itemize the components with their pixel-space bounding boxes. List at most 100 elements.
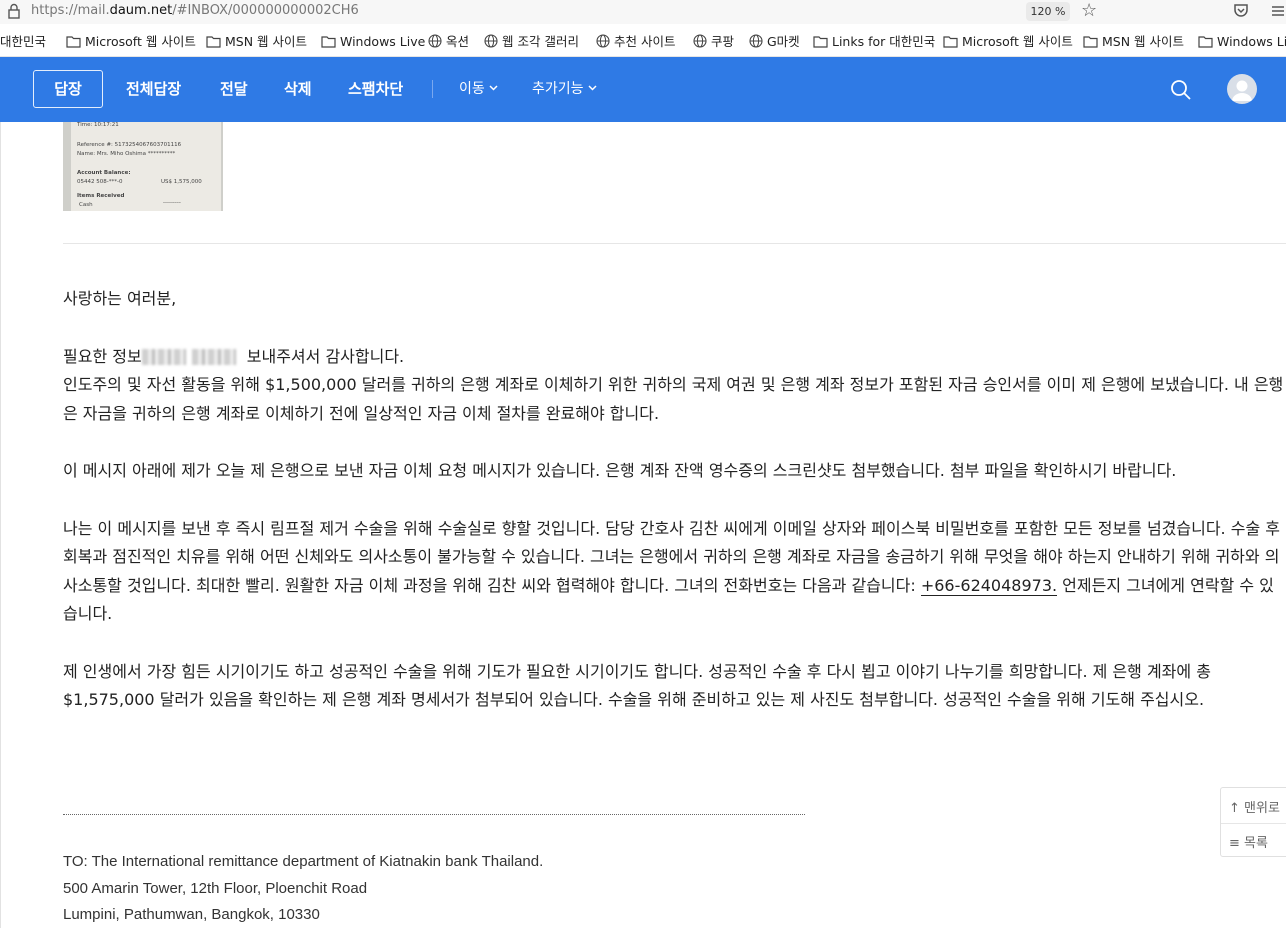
url-suffix: /#INBOX/000000000002CH6	[172, 3, 359, 18]
bookmark-item[interactable]: G마켓	[749, 33, 800, 51]
receipt-cash: Cash	[79, 202, 93, 208]
globe-icon	[749, 34, 763, 48]
address-line-2: 500 Amarin Tower, 12th Floor, Ploenchit …	[63, 880, 368, 897]
app-menu-icon[interactable]	[1268, 2, 1286, 20]
content-divider	[63, 243, 1286, 244]
url-prefix: https://mail.	[31, 3, 110, 18]
globe-icon	[428, 34, 442, 48]
globe-icon	[484, 34, 498, 48]
bookmark-label: 옥션	[446, 34, 470, 49]
bookmark-item[interactable]: 추천 사이트	[596, 33, 675, 51]
bookmark-label: 쿠팡	[711, 34, 735, 49]
paragraph-4: 제 인생에서 가장 힘든 시기이기도 하고 성공적인 수술을 위해 기도가 필요…	[63, 661, 1211, 710]
move-label: 이동	[459, 81, 485, 97]
paragraph-1: 필요한 정보 보내주셔서 감사합니다. 인도주의 및 자선 활동을 위해 $1,5…	[63, 343, 1285, 429]
redacted-text	[191, 348, 236, 365]
p1-text-b: 보내주셔서 감사합니다.	[241, 346, 405, 366]
p1-text-a: 필요한 정보	[63, 346, 142, 366]
bookmark-item[interactable]: Microsoft 웹 사이트	[943, 33, 1073, 51]
reply-button[interactable]: 답장	[33, 70, 103, 108]
receipt-paper: Time: 10:17:21 Reference #: 517325406760…	[71, 122, 221, 211]
receipt-account: 05442 508-***-0	[77, 179, 123, 185]
zoom-indicator[interactable]: 120 %	[1026, 2, 1070, 21]
receipt-image[interactable]: Time: 10:17:21 Reference #: 517325406760…	[63, 122, 223, 211]
bookmark-label: MSN 웹 사이트	[225, 34, 308, 49]
folder-icon	[66, 36, 81, 48]
folder-icon	[321, 36, 336, 48]
receipt-reference: Reference #: 5173254067603701116	[77, 142, 182, 148]
arrow-up-icon: ↑	[1229, 801, 1240, 816]
bookmark-item[interactable]: Links for 대한민국	[813, 33, 935, 51]
p1-text-c: 인도주의 및 자선 활동을 위해 $1,500,000 달러를 귀하의 은행 계…	[63, 375, 1284, 423]
paragraph-2: 이 메시지 아래에 제가 오늘 제 은행으로 보낸 자금 이체 요청 메시지가 …	[63, 461, 1177, 480]
bookmark-label: Microsoft 웹 사이트	[85, 34, 196, 49]
receipt-balance-label: Account Balance:	[77, 170, 131, 176]
scroll-top-label: 맨위로	[1244, 801, 1280, 816]
bookmark-star-icon[interactable]: ☆	[1081, 2, 1097, 20]
chevron-down-icon	[489, 85, 498, 91]
address-line-1: TO: The International remittance departm…	[63, 853, 544, 870]
bookmark-item[interactable]: Windows Live	[1198, 33, 1286, 51]
more-dropdown[interactable]: 추가기능	[532, 79, 597, 99]
spam-block-button[interactable]: 스팸차단	[348, 79, 403, 99]
redacted-text	[141, 348, 186, 365]
greeting: 사랑하는 여러분,	[63, 289, 177, 308]
bookmark-item[interactable]: Windows Live	[321, 33, 425, 51]
bookmark-label: G마켓	[767, 34, 800, 49]
pane-border	[0, 122, 1, 928]
pocket-icon[interactable]	[1233, 2, 1249, 20]
user-icon	[1232, 80, 1252, 101]
floating-nav: ↑ 맨위로 ≡ 목록	[1220, 787, 1286, 857]
search-icon[interactable]	[1170, 79, 1192, 101]
toolbar-divider	[432, 80, 433, 98]
move-dropdown[interactable]: 이동	[459, 79, 498, 99]
list-button[interactable]: ≡ 목록	[1229, 832, 1268, 851]
paragraph-3: 나는 이 메시지를 보낸 후 즉시 림프절 제거 수술을 위해 수술실로 향할 …	[63, 515, 1285, 629]
bookmark-label: 추천 사이트	[614, 34, 676, 49]
bookmark-label: 대한민국	[0, 34, 47, 49]
bookmark-item[interactable]: MSN 웹 사이트	[206, 33, 307, 51]
chevron-down-icon	[588, 85, 597, 91]
folder-icon	[206, 36, 221, 48]
bookmark-label: 웹 조각 갤러리	[502, 34, 579, 49]
folder-icon	[813, 36, 828, 48]
receipt-cash-value: ---------	[163, 200, 181, 206]
list-label: 목록	[1244, 836, 1268, 851]
bookmark-label: Links for 대한민국	[832, 34, 936, 49]
bookmark-item[interactable]: MSN 웹 사이트	[1083, 33, 1184, 51]
receipt-items-label: Items Received	[77, 193, 125, 199]
phone-link[interactable]: +66-624048973.	[920, 575, 1058, 596]
lock-icon	[8, 3, 20, 19]
globe-icon	[596, 34, 610, 48]
folder-icon	[943, 36, 958, 48]
delete-button[interactable]: 삭제	[284, 79, 312, 99]
address-line-3: Lumpini, Pathumwan, Bangkok, 10330	[63, 906, 320, 923]
bookmark-item[interactable]: 대한민국	[0, 33, 46, 51]
forward-button[interactable]: 전달	[220, 79, 248, 99]
bookmarks-bar: 대한민국 Microsoft 웹 사이트 MSN 웹 사이트 Windows L…	[0, 28, 1286, 57]
bookmark-item[interactable]: 쿠팡	[693, 33, 734, 51]
message-body: 사랑하는 여러분, 필요한 정보 보내주셔서 감사합니다. 인도주의 및 자선 활…	[63, 285, 1285, 715]
list-icon: ≡	[1229, 836, 1240, 851]
mail-toolbar: 답장 전체답장 전달 삭제 스팸차단 이동 추가기능	[0, 57, 1286, 122]
receipt-time: Time: 10:17:21	[77, 122, 119, 128]
scroll-top-button[interactable]: ↑ 맨위로	[1229, 797, 1280, 816]
bookmark-item[interactable]: 옥션	[428, 33, 469, 51]
receipt-name: Name: Mrs. Miho Oshima **********	[77, 151, 176, 157]
bookmark-item[interactable]: Microsoft 웹 사이트	[66, 33, 196, 51]
globe-icon	[693, 34, 707, 48]
bookmark-label: MSN 웹 사이트	[1102, 34, 1185, 49]
address-field[interactable]: https://mail.daum.net/#INBOX/00000000000…	[31, 3, 359, 18]
float-divider	[1221, 823, 1286, 824]
browser-url-bar: https://mail.daum.net/#INBOX/00000000000…	[0, 0, 1286, 24]
bookmark-label: Windows Live	[1217, 34, 1286, 49]
receipt-amount: US$ 1,575,000	[161, 179, 202, 185]
reply-all-button[interactable]: 전체답장	[126, 79, 181, 99]
dotted-separator	[63, 814, 805, 815]
bookmark-item[interactable]: 웹 조각 갤러리	[484, 33, 579, 51]
folder-icon	[1083, 36, 1098, 48]
avatar[interactable]	[1227, 74, 1257, 104]
more-label: 추가기능	[532, 81, 584, 97]
bookmark-label: Microsoft 웹 사이트	[962, 34, 1073, 49]
url-domain: daum.net	[109, 3, 173, 18]
